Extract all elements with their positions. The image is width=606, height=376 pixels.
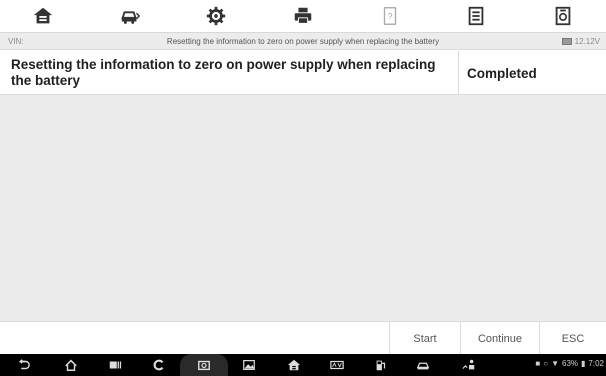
vci-icon: [330, 360, 344, 370]
system-tray: ■ ○ ▼ 63% ▮ 7:02: [535, 359, 604, 368]
battery-percent: 63%: [562, 359, 579, 368]
toolbar-screenshot-button[interactable]: [519, 0, 606, 32]
settings-gear-icon: [207, 6, 226, 26]
vci-shortcut-button[interactable]: [328, 356, 346, 374]
recent-apps-icon: [109, 361, 122, 369]
remote-expert-shortcut-button[interactable]: [460, 356, 478, 374]
print-icon: [294, 7, 312, 24]
fuel-pump-icon: [376, 360, 386, 371]
list-item-label: Resetting the information to zero on pow…: [11, 57, 436, 88]
home-nav-button[interactable]: [62, 356, 80, 374]
top-toolbar: ?: [0, 0, 606, 32]
column-divider: [458, 51, 459, 95]
toolbar-home-button[interactable]: [0, 0, 87, 32]
toolbar-data-manager-button[interactable]: [433, 0, 520, 32]
list-item: Resetting the information to zero on pow…: [0, 51, 606, 95]
globe-icon: ○: [543, 359, 549, 368]
data-manager-icon: [468, 6, 484, 26]
car-icon: [416, 362, 430, 370]
function-title: Resetting the information to zero on pow…: [166, 37, 440, 46]
back-button[interactable]: [14, 356, 32, 374]
house-icon: [287, 359, 301, 371]
system-navigation-bar: ■ ○ ▼ 63% ▮ 7:02: [0, 354, 606, 376]
remote-expert-icon: [462, 359, 475, 370]
screenshot-icon: [555, 6, 571, 26]
car-battery-icon: [561, 38, 572, 45]
start-button[interactable]: Start: [389, 322, 460, 355]
list-item-status: Completed: [467, 66, 537, 81]
camera-icon: [198, 360, 210, 371]
browser-shortcut-button[interactable]: [150, 356, 168, 374]
clock: 7:02: [588, 359, 604, 368]
esc-button[interactable]: ESC: [539, 322, 606, 355]
battery-icon: ▮: [581, 359, 586, 368]
gallery-shortcut-button[interactable]: [240, 356, 258, 374]
camera-shortcut-button[interactable]: [195, 356, 213, 374]
status-bar: VIN: Resetting the information to zero o…: [0, 32, 606, 50]
autel-home-shortcut-button[interactable]: [285, 356, 303, 374]
toolbar-vehicle-button[interactable]: [87, 0, 174, 32]
toolbar-help-button[interactable]: ?: [346, 0, 433, 32]
toolbar-settings-button[interactable]: [173, 0, 260, 32]
recent-apps-button[interactable]: [106, 356, 124, 374]
svg-text:?: ?: [387, 12, 392, 22]
gallery-icon: [243, 360, 255, 370]
android-home-icon: [65, 359, 77, 371]
fuel-shortcut-button[interactable]: [372, 356, 390, 374]
toolbar-print-button[interactable]: [260, 0, 347, 32]
wifi-icon: ▼: [551, 359, 559, 368]
result-panel: Resetting the information to zero on pow…: [0, 51, 606, 321]
message-icon: ■: [535, 359, 541, 368]
continue-button[interactable]: Continue: [460, 322, 539, 355]
help-icon: ?: [383, 7, 396, 25]
vehicle-swap-icon: [121, 11, 141, 24]
app-screen: ? VIN: Resetting the information to zero…: [0, 0, 606, 376]
browser-icon: [153, 359, 164, 371]
home-icon: [34, 7, 53, 24]
back-arrow-icon: [18, 359, 30, 370]
voltage-value: 12.12V: [574, 37, 600, 46]
action-bar: Start Continue ESC: [0, 321, 606, 355]
car-shortcut-button[interactable]: [414, 356, 432, 374]
voltage-indicator: 12.12V: [561, 37, 600, 46]
